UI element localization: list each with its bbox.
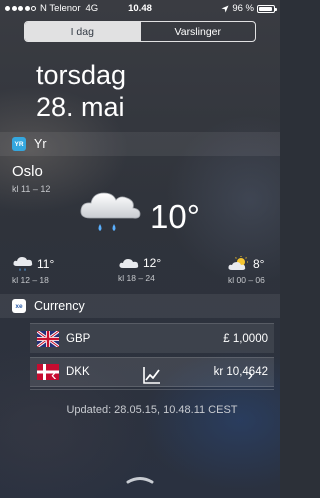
xe-app-icon: xe [12,299,26,313]
tab-today[interactable]: I dag [25,22,140,41]
yr-widget-title: Yr [34,137,47,151]
cloud-rain-icon [13,257,33,271]
currency-widget-header[interactable]: xe Currency [0,294,280,318]
currency-row[interactable]: GBP £ 1,0000 [30,323,274,353]
weekday-label: torsdag [36,60,127,90]
forecast-item: 8° kl 00 – 06 [228,256,265,285]
chart-icon[interactable] [143,366,161,384]
yr-widget-header[interactable]: YR Yr [0,132,280,156]
forecast-temp: 12° [143,256,162,270]
updated-timestamp: Updated: 28.05.15, 10.48.11 CEST [66,404,238,416]
currency-widget-title: Currency [34,299,85,313]
forecast-time: kl 18 – 24 [118,273,155,283]
segmented-control: I dag Varslinger [24,21,256,42]
forecast-time: kl 12 – 18 [12,275,49,285]
city-name[interactable]: Oslo [12,163,43,180]
previous-button[interactable]: ‹ [51,366,57,383]
forecast-temp: 11° [37,257,55,271]
yr-app-icon: YR [12,137,26,151]
cloud-icon [119,259,139,268]
currency-code: GBP [66,332,91,345]
current-period: kl 11 – 12 [12,184,51,194]
forecast-time: kl 00 – 06 [228,275,265,285]
date-label: 28. mai [36,92,125,122]
forecast-item: 11° kl 12 – 18 [12,256,54,285]
uk-flag-icon [37,330,59,347]
status-bar: N Telenor 4G 10.48 96 % [0,0,280,17]
forecast-temp: 8° [253,257,265,271]
forecast-item: 12° kl 18 – 24 [118,256,161,283]
currency-nav: ‹ › [30,362,274,390]
tab-notifications[interactable]: Varslinger [139,22,256,41]
cloud-rain-icon [80,192,141,231]
currency-value: £ 1,0000 [223,332,268,345]
sun-cloud-icon [228,256,248,270]
current-temperature: 10° [150,198,200,235]
next-button[interactable]: › [247,366,253,383]
status-time: 10.48 [128,3,152,14]
pull-handle-icon[interactable] [125,474,155,484]
battery-icon [257,4,277,13]
